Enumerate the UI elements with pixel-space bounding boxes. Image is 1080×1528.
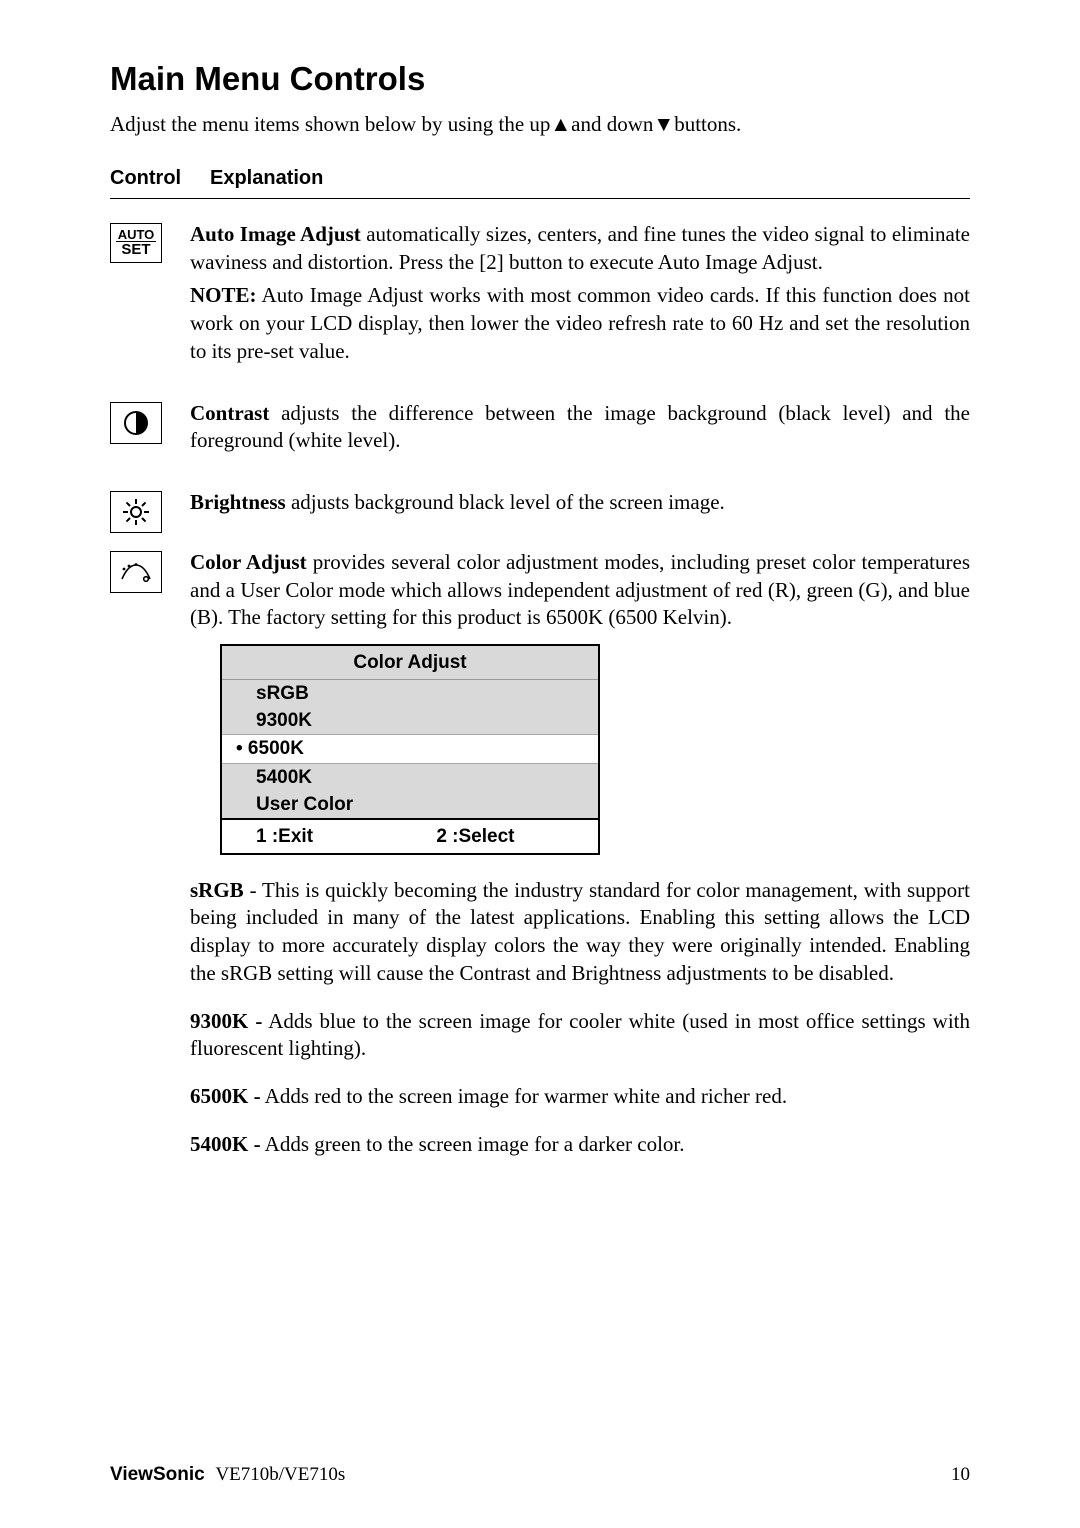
footer-page-number: 10 [951, 1464, 970, 1486]
header-control: Control [110, 167, 210, 190]
osd-item-9300k: 9300K [222, 707, 598, 734]
k9300-paragraph: 9300K - Adds blue to the screen image fo… [190, 1008, 970, 1063]
k5400-lead: 5400K - [190, 1132, 261, 1156]
brightness-lead: Brightness [190, 490, 286, 514]
brightness-paragraph: Brightness adjusts background black leve… [190, 489, 970, 517]
srgb-rest: - This is quickly becoming the industry … [190, 878, 970, 985]
coloradjust-rest: provides several color adjustment modes,… [190, 550, 970, 629]
brightness-rest: adjusts background black level of the sc… [286, 490, 725, 514]
contrast-rest: adjusts the difference between the image… [190, 401, 970, 453]
page-title: Main Menu Controls [110, 60, 970, 98]
autoset-note-rest: Auto Image Adjust works with most common… [190, 283, 970, 362]
k6500-rest: Adds red to the screen image for warmer … [261, 1084, 788, 1108]
brightness-icon [110, 491, 162, 533]
section-color-adjust: Color Adjust provides several color adju… [110, 549, 970, 1164]
intro-text: Adjust the menu items shown below by usi… [110, 112, 970, 137]
autoset-paragraph: Auto Image Adjust automatically sizes, c… [190, 221, 970, 276]
k5400-paragraph: 5400K - Adds green to the screen image f… [190, 1131, 970, 1159]
auto-set-icon: AUTO SET [110, 223, 162, 263]
section-brightness: Brightness adjusts background black leve… [110, 489, 970, 533]
osd-color-adjust-menu: Color Adjust sRGB 9300K • 6500K 5400K Us… [220, 644, 600, 855]
osd-item-6500k: • 6500K [222, 734, 598, 763]
k6500-lead: 6500K - [190, 1084, 261, 1108]
k5400-rest: Adds green to the screen image for a dar… [261, 1132, 685, 1156]
column-header: Control Explanation [110, 167, 970, 190]
section-auto-image-adjust: AUTO SET Auto Image Adjust automatically… [110, 221, 970, 372]
footer-brand: ViewSonic [110, 1464, 205, 1485]
header-explanation: Explanation [210, 167, 323, 190]
osd-select-label: 2 :Select [436, 824, 514, 849]
color-adjust-icon [110, 551, 162, 593]
osd-footer: 1 :Exit 2 :Select [222, 818, 598, 853]
autoset-note-lead: NOTE: [190, 283, 257, 307]
k9300-rest: Adds blue to the screen image for cooler… [190, 1009, 970, 1061]
osd-item-srgb: sRGB [222, 680, 598, 707]
contrast-icon [110, 402, 162, 444]
coloradjust-lead: Color Adjust [190, 550, 307, 574]
k6500-paragraph: 6500K - Adds red to the screen image for… [190, 1083, 970, 1111]
contrast-paragraph: Contrast adjusts the difference between … [190, 400, 970, 455]
autoset-note: NOTE: Auto Image Adjust works with most … [190, 282, 970, 365]
coloradjust-paragraph: Color Adjust provides several color adju… [190, 549, 970, 632]
icon-set-label: SET [121, 242, 150, 258]
osd-item-5400k: 5400K [222, 764, 598, 791]
k9300-lead: 9300K - [190, 1009, 262, 1033]
section-contrast: Contrast adjusts the difference between … [110, 400, 970, 461]
footer-model: VE710b/VE710s [215, 1464, 345, 1485]
osd-item-usercolor: User Color [222, 791, 598, 818]
icon-auto-label: AUTO [116, 228, 157, 243]
header-rule [110, 198, 970, 199]
srgb-lead: sRGB [190, 878, 244, 902]
page-footer: ViewSonic VE710b/VE710s 10 [110, 1464, 970, 1486]
osd-title: Color Adjust [222, 646, 598, 680]
srgb-paragraph: sRGB - This is quickly becoming the indu… [190, 877, 970, 988]
osd-exit-label: 1 :Exit [222, 824, 436, 849]
autoset-lead: Auto Image Adjust [190, 222, 361, 246]
contrast-lead: Contrast [190, 401, 269, 425]
